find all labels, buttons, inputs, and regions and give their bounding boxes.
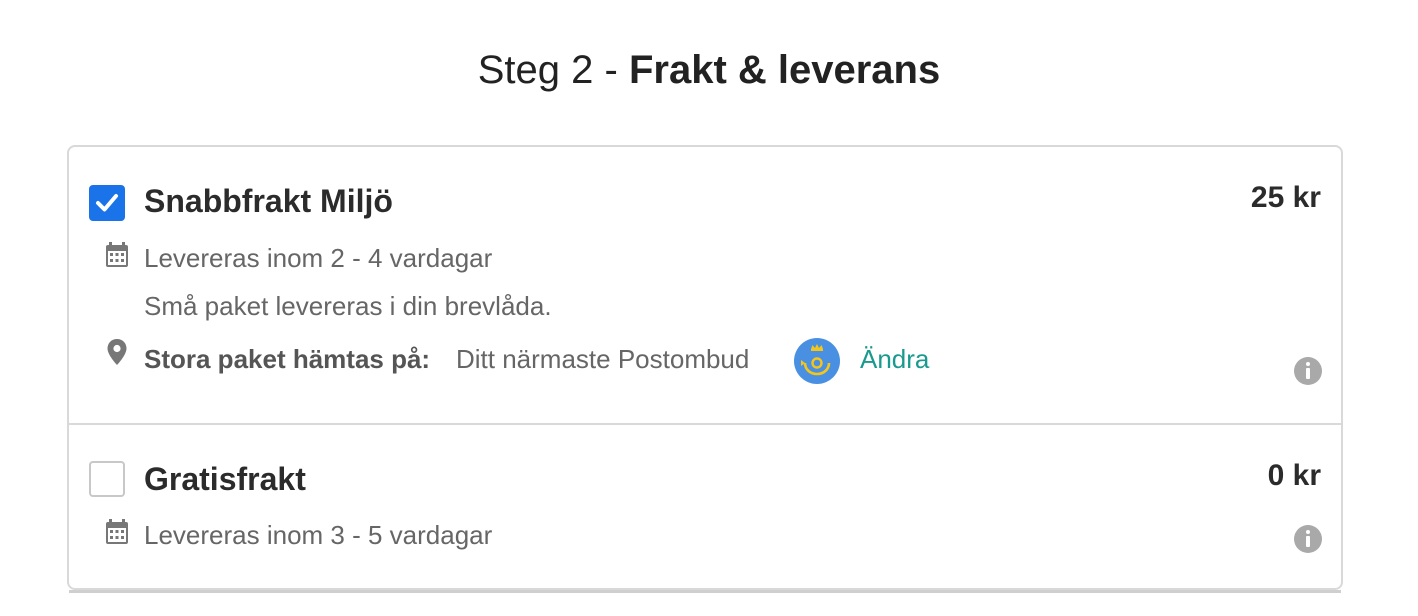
- shipping-option-checkbox-checked[interactable]: [89, 185, 125, 221]
- delivery-time: Levereras inom 2 - 4 vardagar: [144, 243, 493, 273]
- check-icon: [96, 194, 118, 212]
- pickup-row: Stora paket hämtas på:: [144, 342, 430, 376]
- postnord-logo: [794, 338, 840, 384]
- page-title: Steg 2 - Frakt & leverans: [0, 44, 1418, 96]
- shipping-option-price: 25 kr: [1250, 181, 1321, 214]
- calendar-icon: [106, 242, 128, 267]
- step-title: Frakt & leverans: [628, 48, 941, 92]
- change-pickup-link[interactable]: Ändra: [860, 342, 929, 376]
- posthorn-icon: [801, 344, 831, 376]
- pickup-label: Stora paket hämtas på:: [144, 344, 431, 374]
- info-icon[interactable]: [1294, 525, 1322, 553]
- delivery-time: Levereras inom 3 - 5 vardagar: [144, 520, 493, 550]
- pickup-location: Ditt närmaste Postombud: [456, 344, 750, 374]
- shipping-option-name: Snabbfrakt Miljö: [144, 183, 393, 219]
- shipping-step-page: Steg 2 - Frakt & leverans Snabbfrakt Mil…: [0, 0, 1418, 616]
- shipping-option-checkbox[interactable]: [89, 461, 125, 497]
- map-pin-icon: [107, 339, 127, 365]
- shipping-option-snabbfrakt[interactable]: Snabbfrakt Miljö 25 kr Levereras inom 2 …: [69, 147, 1341, 425]
- card-bottom-shadow: [69, 590, 1341, 593]
- step-prefix: Steg 2 -: [477, 48, 629, 92]
- calendar-icon: [106, 519, 128, 544]
- shipping-option-gratisfrakt[interactable]: Gratisfrakt 0 kr Levereras inom 3 - 5 va…: [69, 425, 1341, 588]
- info-icon[interactable]: [1294, 357, 1322, 385]
- delivery-note: Små paket levereras i din brevlåda.: [144, 291, 552, 321]
- shipping-options-card: Snabbfrakt Miljö 25 kr Levereras inom 2 …: [67, 145, 1343, 590]
- shipping-option-price: 0 kr: [1267, 459, 1321, 492]
- shipping-option-name: Gratisfrakt: [144, 461, 306, 497]
